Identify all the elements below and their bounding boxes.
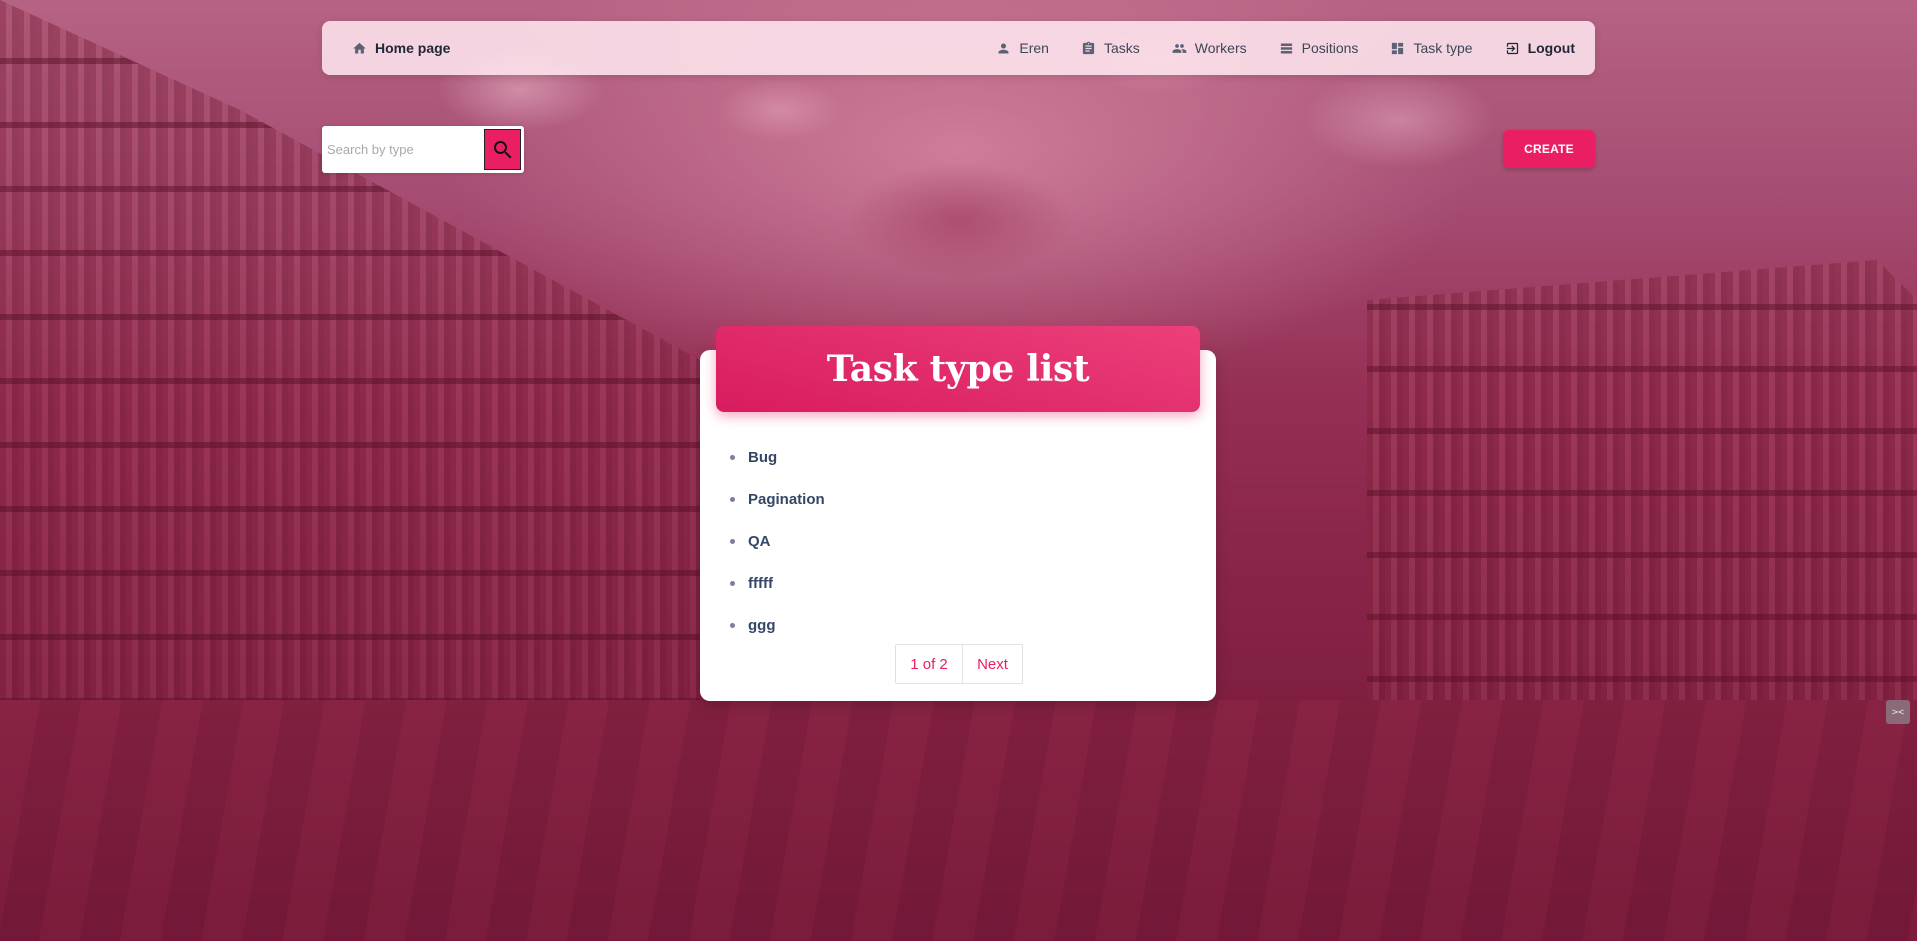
pagination: 1 of 2 Next bbox=[895, 644, 1023, 684]
task-type-list: Bug Pagination QA fffff ggg bbox=[730, 436, 825, 646]
nav-positions-link[interactable]: Positions bbox=[1279, 40, 1359, 56]
nav-home-label: Home page bbox=[375, 40, 451, 56]
nav-workers-label: Workers bbox=[1194, 40, 1247, 56]
list-view-icon bbox=[1280, 43, 1292, 53]
next-page-button[interactable]: Next bbox=[963, 644, 1023, 684]
clipboard-icon bbox=[1082, 41, 1095, 54]
list-item-label: Bug bbox=[748, 448, 778, 466]
page-indicator: 1 of 2 bbox=[895, 644, 963, 684]
list-item-label: ggg bbox=[748, 616, 776, 634]
list-item[interactable]: Bug bbox=[730, 436, 825, 478]
create-button[interactable]: CREATE bbox=[1503, 130, 1595, 168]
bullet-icon bbox=[730, 496, 735, 502]
nav-logout-label: Logout bbox=[1527, 40, 1575, 56]
list-item-label: QA bbox=[748, 532, 771, 550]
list-item-label: Pagination bbox=[748, 490, 825, 508]
nav-task-type-link[interactable]: Task type bbox=[1390, 40, 1473, 56]
bullet-icon bbox=[730, 580, 735, 586]
logout-icon bbox=[1506, 42, 1518, 54]
nav-tasks-link[interactable]: Tasks bbox=[1081, 40, 1140, 56]
dashboard-icon bbox=[1392, 42, 1404, 54]
card-header: Task type list bbox=[716, 326, 1200, 412]
search-icon bbox=[493, 140, 511, 158]
list-item-label: fffff bbox=[748, 574, 773, 592]
page-title: Task type list bbox=[826, 348, 1090, 390]
nav-workers-link[interactable]: Workers bbox=[1172, 40, 1247, 56]
search-input[interactable] bbox=[322, 126, 480, 173]
expand-icon[interactable]: >< bbox=[1886, 700, 1910, 724]
list-item[interactable]: ggg bbox=[730, 604, 825, 646]
bullet-icon bbox=[730, 538, 735, 544]
search-box bbox=[322, 126, 524, 173]
nav-logout-link[interactable]: Logout bbox=[1505, 40, 1575, 56]
nav-right-group: Eren Tasks Workers Positions Task type L… bbox=[996, 40, 1575, 56]
people-icon bbox=[1172, 43, 1187, 53]
list-item[interactable]: QA bbox=[730, 520, 825, 562]
search-button[interactable] bbox=[484, 129, 521, 170]
top-navbar: Home page Eren Tasks Workers Positions T… bbox=[322, 21, 1595, 75]
nav-user-link[interactable]: Eren bbox=[996, 40, 1049, 56]
nav-positions-label: Positions bbox=[1301, 40, 1359, 56]
home-icon bbox=[353, 42, 366, 53]
person-icon bbox=[998, 43, 1009, 53]
bullet-icon bbox=[730, 622, 735, 628]
list-item[interactable]: fffff bbox=[730, 562, 825, 604]
list-item[interactable]: Pagination bbox=[730, 478, 825, 520]
nav-home-link[interactable]: Home page bbox=[352, 40, 450, 56]
nav-tasks-label: Tasks bbox=[1103, 40, 1140, 56]
nav-user-label: Eren bbox=[1019, 40, 1049, 56]
nav-task-type-label: Task type bbox=[1413, 40, 1473, 56]
bullet-icon bbox=[730, 454, 735, 460]
